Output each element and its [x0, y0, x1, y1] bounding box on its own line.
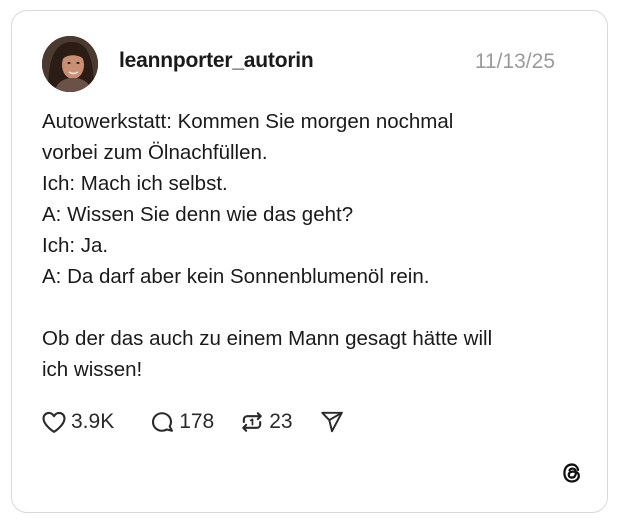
reply-button[interactable]: 178	[148, 408, 214, 436]
post-text-line: ich wissen!	[42, 358, 143, 381]
post-text-line: Autowerkstatt: Kommen Sie morgen nochmal	[42, 110, 454, 133]
username[interactable]: leannporter_autorin	[119, 49, 314, 73]
post-text-blank-line	[42, 292, 582, 323]
post-text-line: vorbei zum Ölnachfüllen.	[42, 141, 268, 164]
reply-count: 178	[179, 410, 215, 433]
repost-button[interactable]: 23	[238, 408, 293, 436]
repost-icon	[238, 408, 266, 436]
like-button[interactable]: 3.9K	[40, 408, 114, 436]
post-date: 11/13/25	[474, 50, 555, 73]
post-text-line: A: Da darf aber kein Sonnenblumenöl rein…	[42, 265, 430, 288]
threads-logo-icon[interactable]	[559, 460, 585, 486]
comment-bubble-icon	[148, 408, 176, 436]
heart-icon	[40, 408, 68, 436]
repost-count: 23	[269, 410, 293, 433]
action-bar: 3.9K 178 23	[40, 407, 359, 437]
post-text-line: Ich: Ja.	[42, 234, 109, 257]
post-text-line: Ich: Mach ich selbst.	[42, 172, 228, 195]
post-card: leannporter_autorin 11/13/25 Autowerksta…	[11, 10, 608, 513]
post-text: Autowerkstatt: Kommen Sie morgen nochmal…	[42, 106, 582, 385]
post-text-line: A: Wissen Sie denn wie das geht?	[42, 203, 354, 226]
send-icon	[319, 409, 345, 435]
like-count: 3.9K	[71, 410, 115, 433]
share-button[interactable]	[319, 409, 345, 435]
avatar[interactable]	[42, 36, 98, 92]
post-text-line: Ob der das auch zu einem Mann gesagt hät…	[42, 327, 493, 350]
avatar-image	[42, 36, 98, 92]
